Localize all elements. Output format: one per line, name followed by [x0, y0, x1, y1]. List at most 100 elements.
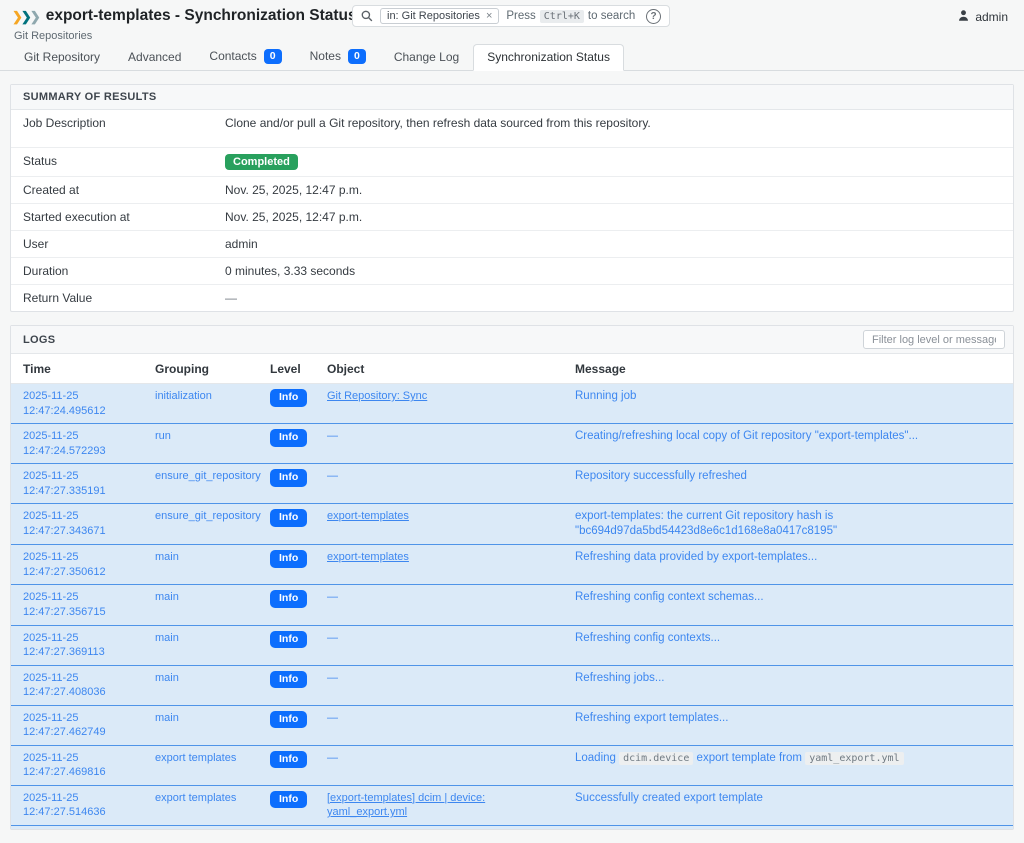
summary-panel: SUMMARY OF RESULTS Job DescriptionClone …	[10, 84, 1014, 312]
log-date: 2025-11-25	[23, 671, 131, 686]
log-row: 2025-11-2512:47:27.408036mainInfo—Refres…	[11, 665, 1013, 705]
tab-label: Change Log	[394, 50, 459, 64]
log-message: Loading dcim.device export template from…	[563, 745, 1013, 785]
log-time: 2025-11-2512:47:24.572293	[11, 424, 143, 464]
tab-synchronization-status[interactable]: Synchronization Status	[473, 44, 624, 71]
search-icon	[361, 10, 373, 22]
summary-row-label: Status	[11, 148, 225, 176]
tab-label: Synchronization Status	[487, 50, 610, 64]
log-level: Info	[258, 665, 315, 705]
log-timestamp: 12:47:27.350612	[23, 565, 131, 580]
shortcut-kbd: Ctrl+K	[540, 10, 584, 23]
log-grouping: main	[143, 585, 258, 625]
breadcrumb[interactable]: Git Repositories	[14, 30, 1012, 42]
log-grouping: main	[143, 625, 258, 665]
global-search[interactable]: in: Git Repositories × Press Ctrl+K to s…	[352, 5, 670, 27]
inline-code: dcim.device	[619, 752, 693, 765]
log-object: —	[315, 705, 563, 745]
log-timestamp: 12:47:27.408036	[23, 685, 131, 700]
main-content: SUMMARY OF RESULTS Job DescriptionClone …	[0, 71, 1024, 843]
chip-remove-icon[interactable]: ×	[486, 10, 492, 22]
log-date: 2025-11-25	[23, 429, 131, 444]
logs-panel-title: LOGS	[23, 334, 55, 346]
log-level: Info	[258, 585, 315, 625]
search-hint-suffix: to search	[588, 10, 635, 22]
tab-count-badge: 0	[348, 49, 366, 64]
log-time: 2025-11-2512:47:27.369113	[11, 625, 143, 665]
nautobot-logo[interactable]: ❯❯❯	[12, 10, 39, 23]
tab-label: Contacts	[209, 49, 256, 63]
summary-row-value: Completed	[225, 148, 310, 176]
top-header: ❯❯❯ export-templates - Synchronization S…	[0, 0, 1024, 46]
log-col-grouping: Grouping	[143, 354, 258, 384]
user-menu[interactable]: admin	[957, 9, 1008, 25]
log-row: 2025-11-2512:47:27.369113mainInfo—Refres…	[11, 625, 1013, 665]
log-timestamp: 12:47:27.514636	[23, 805, 131, 820]
log-object: —	[315, 464, 563, 504]
log-level: Info	[258, 625, 315, 665]
summary-panel-title: SUMMARY OF RESULTS	[11, 85, 1013, 110]
log-time: 2025-11-2512:47:27.343671	[11, 504, 143, 545]
summary-row-value: Nov. 25, 2025, 12:47 p.m.	[225, 204, 374, 230]
logo-chevron-icon: ❯	[30, 9, 39, 24]
log-object: export-templates	[315, 504, 563, 545]
log-time: 2025-11-2512:47:27.462749	[11, 705, 143, 745]
log-level: Info	[258, 504, 315, 545]
log-date: 2025-11-25	[23, 389, 131, 404]
user-icon	[957, 9, 970, 25]
tab-count-badge: 0	[264, 49, 282, 64]
log-timestamp: 12:47:27.369113	[23, 645, 131, 660]
log-time: 2025-11-2512:47:27.335191	[11, 464, 143, 504]
log-col-object: Object	[315, 354, 563, 384]
summary-row-value: Clone and/or pull a Git repository, then…	[225, 110, 663, 147]
log-level-badge: Info	[270, 469, 307, 487]
log-row: 2025-11-2512:47:27.350612mainInfo export-…	[11, 545, 1013, 585]
log-timestamp: 12:47:27.335191	[23, 484, 131, 499]
tab-contacts[interactable]: Contacts 0	[195, 43, 295, 71]
log-level-badge: Info	[270, 711, 307, 729]
log-message: Refreshing jobs...	[563, 665, 1013, 705]
summary-row-value: 0 minutes, 3.33 seconds	[225, 258, 367, 284]
summary-row-label: Created at	[11, 177, 225, 203]
log-level-badge: Info	[270, 751, 307, 769]
log-grouping: main	[143, 705, 258, 745]
log-row: 2025-11-2512:47:27.514636export template…	[11, 785, 1013, 825]
log-date: 2025-11-25	[23, 469, 131, 484]
search-scope-chip[interactable]: in: Git Repositories ×	[380, 8, 499, 24]
log-message: Refreshing export templates...	[563, 705, 1013, 745]
log-timestamp: 12:47:27.462749	[23, 725, 131, 740]
summary-row-value: admin	[225, 231, 270, 257]
tab-git-repository[interactable]: Git Repository	[10, 44, 114, 71]
log-message: export-templates: the current Git reposi…	[563, 504, 1013, 545]
tab-label: Notes	[310, 49, 341, 63]
logs-table: TimeGroupingLevelObjectMessage 2025-11-2…	[11, 354, 1013, 825]
log-row: 2025-11-2512:47:27.335191ensure_git_repo…	[11, 464, 1013, 504]
log-time: 2025-11-2512:47:27.350612	[11, 545, 143, 585]
log-grouping: main	[143, 665, 258, 705]
log-level: Info	[258, 545, 315, 585]
tab-notes[interactable]: Notes 0	[296, 43, 380, 71]
summary-row: Return Value—	[11, 285, 1013, 311]
log-filter-input[interactable]	[863, 330, 1005, 349]
tab-label: Advanced	[128, 50, 181, 64]
log-time: 2025-11-2512:47:27.514636	[11, 785, 143, 825]
log-row: 2025-11-2512:47:24.495612initializationI…	[11, 384, 1013, 424]
log-level-badge: Info	[270, 791, 307, 809]
log-object-link[interactable]: export-templates	[327, 510, 409, 522]
log-time: 2025-11-2512:47:27.469816	[11, 745, 143, 785]
summary-row: Duration0 minutes, 3.33 seconds	[11, 258, 1013, 285]
log-object-link[interactable]: [export-templates] dcim | device: yaml_e…	[327, 792, 485, 819]
log-object-link[interactable]: export-templates	[327, 551, 409, 563]
help-icon[interactable]: ?	[646, 9, 661, 24]
log-grouping: export templates	[143, 745, 258, 785]
log-level-badge: Info	[270, 509, 307, 527]
tab-advanced[interactable]: Advanced	[114, 44, 195, 71]
user-name: admin	[975, 10, 1008, 24]
status-badge: Completed	[225, 154, 298, 170]
tab-change-log[interactable]: Change Log	[380, 44, 473, 71]
log-level-badge: Info	[270, 429, 307, 447]
log-object-link[interactable]: Git Repository: Sync	[327, 390, 427, 402]
log-level-badge: Info	[270, 631, 307, 649]
log-grouping: main	[143, 545, 258, 585]
summary-row-value: Nov. 25, 2025, 12:47 p.m.	[225, 177, 374, 203]
